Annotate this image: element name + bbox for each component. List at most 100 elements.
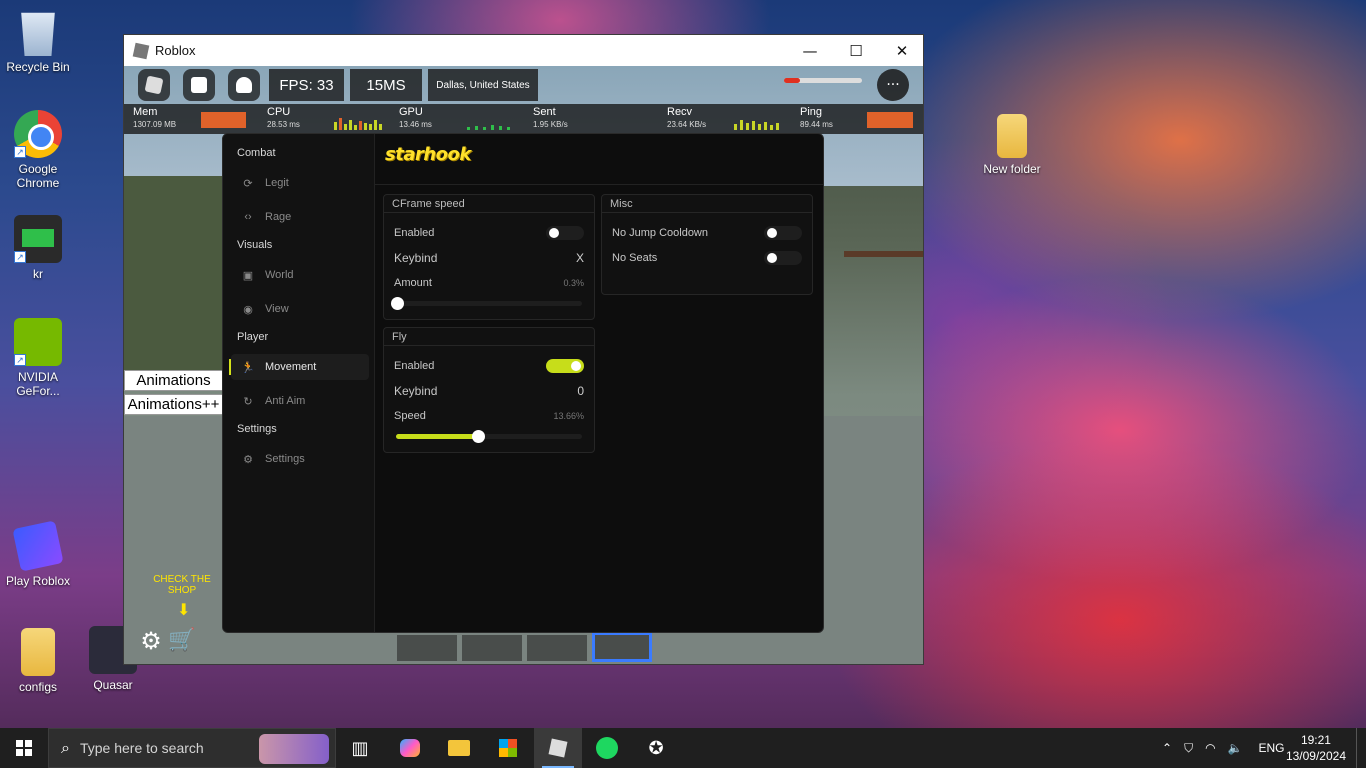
fly-keybind-value[interactable]: 0: [577, 384, 584, 398]
desktop-icon-new-folder[interactable]: New folder: [974, 114, 1050, 176]
map-icon: ▣: [242, 269, 254, 282]
ms-readout: 15MS: [350, 69, 422, 101]
clock[interactable]: 19:21 13/09/2024: [1286, 732, 1346, 764]
row-label: Speed: [394, 410, 426, 422]
desktop-icon-play-roblox[interactable]: Play Roblox: [0, 520, 76, 588]
perf-label: CPU: [267, 106, 291, 118]
no-jump-cooldown-row: No Jump Cooldown: [612, 223, 802, 243]
desktop-icon-kr[interactable]: ↗ kr: [0, 215, 76, 281]
window-titlebar[interactable]: Roblox — ☐ ✕: [124, 35, 923, 66]
perf-ping: Ping 89.44 ms: [800, 106, 833, 129]
sidebar-item-label: Legit: [265, 177, 289, 189]
hotbar-slot[interactable]: [527, 635, 587, 661]
gear-icon: ⚙: [243, 453, 253, 466]
mem-graph: [201, 112, 246, 128]
system-tray: ⌃ ⛉ ◠ 🔈 ENG: [1162, 728, 1285, 768]
game-topbar: FPS: 33 15MS Dallas, United States ···: [124, 66, 923, 106]
cframe-speed-group: CFrame speed Enabled Keybind X Amount 0.…: [383, 194, 595, 320]
perf-sent: Sent 1.95 KB/s: [533, 106, 568, 129]
taskbar: ⌕ Type here to search ▥ ✪ ⌃ ⛉ ◠ 🔈 ENG 19…: [0, 728, 1366, 768]
cframe-keybind-value[interactable]: X: [576, 251, 584, 265]
sidebar-item-rage[interactable]: ‹› Rage: [231, 204, 369, 230]
minimize-button[interactable]: —: [787, 35, 833, 66]
slider-thumb[interactable]: [471, 430, 485, 443]
task-view-icon[interactable]: ▥: [336, 728, 384, 768]
sidebar-item-movement[interactable]: 🏃 Movement: [229, 354, 369, 380]
chevron-up-icon[interactable]: ⌃: [1162, 741, 1172, 755]
code-icon: ‹›: [244, 211, 252, 223]
desktop-icon-nvidia[interactable]: ↗ NVIDIA GeFor...: [0, 318, 76, 398]
roblox-logo-icon: [144, 75, 164, 95]
shop-cart-button[interactable]: 🛒: [168, 628, 196, 654]
fly-speed-row: Speed 13.66%: [394, 406, 584, 426]
performance-stats: Mem 1307.09 MB CPU 28.53 ms GPU 13.46 ms Se…: [124, 104, 923, 141]
perf-value: 28.53 ms: [267, 120, 300, 129]
desktop-icon-configs[interactable]: configs: [0, 628, 76, 694]
perf-label: Recv: [667, 106, 693, 118]
more-menu-button[interactable]: ···: [877, 69, 909, 101]
folder-icon: [21, 628, 55, 676]
sidebar-item-view[interactable]: ◉ View: [231, 296, 369, 322]
slider-thumb[interactable]: [390, 297, 404, 310]
desktop-icon-label: New folder: [983, 162, 1041, 176]
copilot-icon[interactable]: [386, 728, 434, 768]
toggle-knob: [767, 253, 777, 263]
no-seats-toggle[interactable]: [764, 251, 802, 265]
settings-gear-button[interactable]: ⚙: [138, 628, 164, 654]
roblox-icon: [132, 42, 150, 59]
close-button[interactable]: ✕: [879, 35, 923, 66]
cframe-amount-slider[interactable]: [390, 297, 582, 310]
starhook-icon[interactable]: ✪: [632, 728, 680, 768]
windows-logo-icon: [16, 740, 32, 756]
desktop-icon-label: Google Chrome: [16, 162, 60, 190]
cpu-graph: [334, 114, 382, 130]
show-desktop-button[interactable]: [1356, 728, 1366, 768]
perf-label: Ping: [800, 106, 823, 118]
desktop-icon-recycle-bin[interactable]: Recycle Bin: [0, 8, 76, 74]
fly-enabled-toggle[interactable]: [546, 359, 584, 373]
desktop-icon-chrome[interactable]: ↗ Google Chrome: [0, 110, 76, 190]
sidebar-item-anti-aim[interactable]: ↻ Anti Aim: [231, 388, 369, 414]
row-label: Enabled: [394, 360, 435, 372]
volume-icon[interactable]: 🔈: [1228, 741, 1243, 755]
maximize-button[interactable]: ☐: [833, 35, 879, 66]
spotify-icon[interactable]: [583, 728, 631, 768]
group-title: CFrame speed: [384, 195, 594, 213]
animations-plus-button[interactable]: Animations++: [124, 394, 223, 415]
fly-speed-slider[interactable]: [396, 430, 582, 443]
language-indicator[interactable]: ENG: [1259, 741, 1285, 755]
arrow-down-icon: ⬇: [177, 600, 191, 619]
perf-recv: Recv 23.64 KB/s: [667, 106, 706, 129]
cframe-enabled-toggle[interactable]: [546, 226, 584, 240]
sidebar-item-legit[interactable]: ⟳ Legit: [231, 170, 369, 196]
desktop-icon-label: Quasar: [93, 678, 133, 692]
perf-value: 89.44 ms: [800, 120, 833, 129]
file-explorer-icon[interactable]: [435, 728, 483, 768]
running-icon: 🏃: [241, 361, 255, 374]
animations-button[interactable]: Animations: [124, 370, 223, 391]
group-title: Fly: [384, 328, 594, 346]
fly-enabled-row: Enabled: [394, 356, 584, 376]
store-icon[interactable]: [484, 728, 532, 768]
roblox-menu-button[interactable]: [138, 69, 170, 101]
hotbar-slot[interactable]: [397, 635, 457, 661]
avatar-button[interactable]: [228, 69, 260, 101]
sidebar-item-label: World: [265, 269, 294, 281]
window-title: Roblox: [155, 43, 196, 58]
perf-gpu: GPU 13.46 ms: [399, 106, 432, 129]
hotbar-slot-selected[interactable]: [592, 632, 652, 662]
perf-value: 1.95 KB/s: [533, 120, 568, 129]
roblox-icon[interactable]: [534, 728, 582, 768]
security-icon[interactable]: ⛉: [1184, 741, 1193, 756]
desktop-icon-label: Recycle Bin: [6, 60, 70, 74]
start-button[interactable]: [0, 728, 48, 768]
sidebar-item-world[interactable]: ▣ World: [231, 262, 369, 288]
no-jump-cooldown-toggle[interactable]: [764, 226, 802, 240]
recv-graph: [734, 114, 782, 130]
sidebar-item-settings[interactable]: ⚙ Settings: [231, 446, 369, 472]
wifi-icon[interactable]: ◠: [1205, 741, 1215, 755]
chat-button[interactable]: [183, 69, 215, 101]
hotbar-slot[interactable]: [462, 635, 522, 661]
search-placeholder: Type here to search: [79, 740, 204, 756]
taskbar-search[interactable]: ⌕ Type here to search: [48, 728, 336, 768]
